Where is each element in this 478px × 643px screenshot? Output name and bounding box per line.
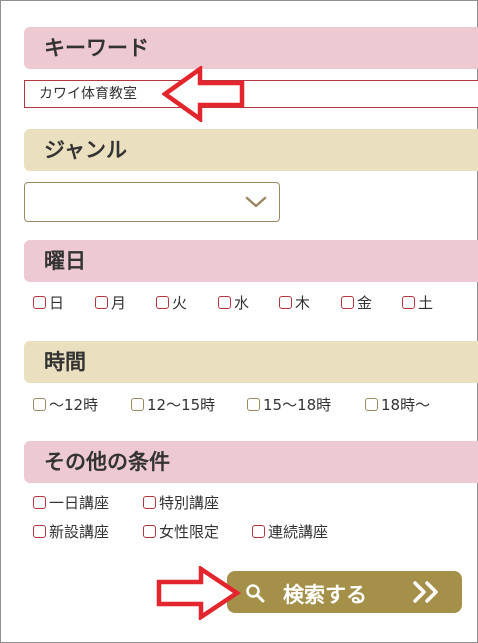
checkbox-label: 日	[49, 294, 65, 312]
checkbox-wednesday[interactable]: 水	[218, 292, 249, 313]
checkbox-box[interactable]	[33, 496, 46, 509]
genre-heading: ジャンル	[24, 129, 478, 171]
checkbox-new-course[interactable]: 新設講座	[33, 521, 109, 542]
checkbox-time-12-15[interactable]: 12〜15時	[131, 394, 215, 415]
arrow-left-icon	[162, 66, 245, 122]
checkbox-label: 女性限定	[159, 523, 220, 541]
checkbox-time-after-18[interactable]: 18時〜	[365, 394, 430, 415]
checkbox-label: 一日講座	[49, 494, 110, 512]
checkbox-label: 火	[172, 294, 188, 312]
checkbox-label: 新設講座	[49, 523, 110, 541]
conditions-heading: その他の条件	[24, 441, 478, 483]
checkbox-box[interactable]	[131, 398, 144, 411]
search-button[interactable]: 検索する	[227, 571, 462, 613]
checkbox-sunday[interactable]: 日	[33, 292, 64, 313]
checkbox-thursday[interactable]: 木	[279, 292, 310, 313]
checkbox-label: 金	[357, 294, 373, 312]
checkbox-label: 18時〜	[381, 396, 431, 414]
checkbox-one-day-course[interactable]: 一日講座	[33, 492, 109, 513]
checkbox-box[interactable]	[341, 296, 354, 309]
double-chevron-right-icon	[413, 581, 438, 603]
checkbox-label: 木	[295, 294, 311, 312]
checkbox-box[interactable]	[33, 525, 46, 538]
search-icon	[246, 584, 265, 603]
checkbox-saturday[interactable]: 土	[402, 292, 433, 313]
checkbox-box[interactable]	[33, 296, 46, 309]
checkbox-time-before-12[interactable]: 〜12時	[33, 394, 98, 415]
checkbox-special-course[interactable]: 特別講座	[143, 492, 219, 513]
checkbox-box[interactable]	[365, 398, 378, 411]
keyword-input[interactable]: カワイ体育教室	[24, 80, 478, 108]
checkbox-women-only[interactable]: 女性限定	[143, 521, 219, 542]
genre-select[interactable]	[24, 182, 280, 222]
keyword-heading: キーワード	[24, 27, 478, 69]
checkbox-box[interactable]	[218, 296, 231, 309]
checkbox-time-15-18[interactable]: 15〜18時	[247, 394, 331, 415]
checkbox-label: 特別講座	[159, 494, 220, 512]
checkbox-tuesday[interactable]: 火	[156, 292, 187, 313]
arrow-right-icon	[156, 566, 241, 620]
checkbox-label: 15〜18時	[263, 396, 332, 414]
checkbox-box[interactable]	[33, 398, 46, 411]
checkbox-box[interactable]	[95, 296, 108, 309]
checkbox-box[interactable]	[402, 296, 415, 309]
time-heading: 時間	[24, 341, 478, 383]
checkbox-label: 連続講座	[268, 523, 329, 541]
checkbox-series-course[interactable]: 連続講座	[252, 521, 328, 542]
checkbox-box[interactable]	[279, 296, 292, 309]
checkbox-box[interactable]	[247, 398, 260, 411]
checkbox-box[interactable]	[143, 496, 156, 509]
checkbox-box[interactable]	[156, 296, 169, 309]
chevron-down-icon	[245, 196, 267, 208]
checkbox-label: 〜12時	[49, 396, 99, 414]
weekday-heading: 曜日	[24, 240, 478, 282]
checkbox-label: 土	[418, 294, 434, 312]
checkbox-box[interactable]	[252, 525, 265, 538]
checkbox-monday[interactable]: 月	[95, 292, 126, 313]
checkbox-label: 水	[234, 294, 250, 312]
checkbox-label: 12〜15時	[147, 396, 216, 414]
search-button-label: 検索する	[283, 583, 367, 607]
checkbox-friday[interactable]: 金	[341, 292, 372, 313]
checkbox-box[interactable]	[143, 525, 156, 538]
checkbox-label: 月	[111, 294, 127, 312]
